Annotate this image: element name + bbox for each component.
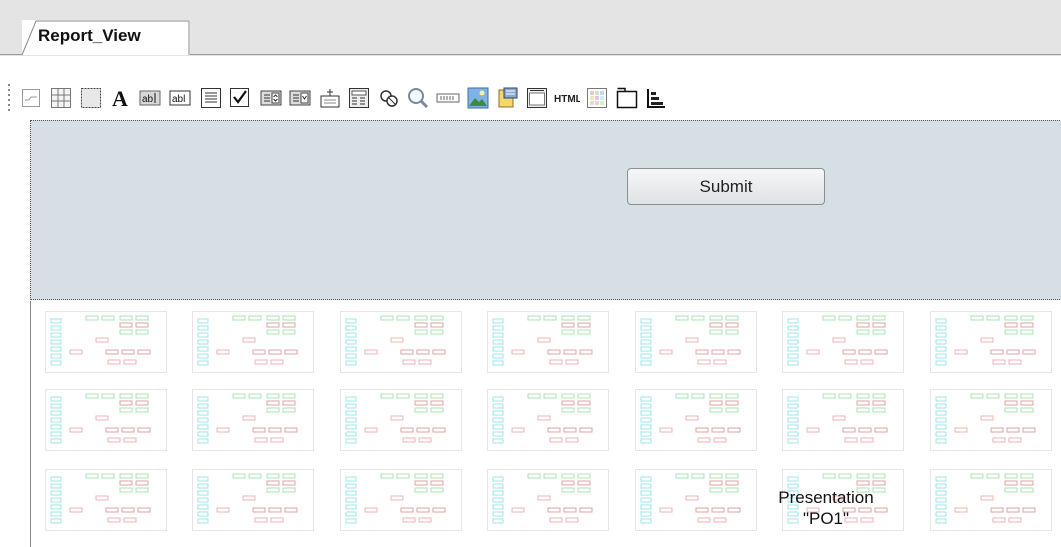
svg-text:ab: ab (142, 94, 154, 105)
presentation-thumbnail-graphic (935, 315, 1036, 366)
html-icon[interactable]: HTML (553, 83, 581, 113)
presentation-thumbnail[interactable] (487, 469, 609, 531)
submit-button[interactable]: Submit (627, 168, 825, 205)
presentation-thumbnail[interactable] (635, 311, 757, 373)
tab-strip: Report_View (0, 0, 1061, 56)
designer-toolbar: A ab abl HTML (0, 78, 1061, 120)
presentation-thumbnail[interactable] (45, 469, 167, 531)
link-icon[interactable] (375, 83, 403, 113)
presentation-thumbnail-graphic (492, 315, 593, 366)
presentation-thumbnail[interactable] (340, 389, 462, 451)
presentation-thumbnail[interactable] (192, 311, 314, 373)
presentation-thumbnail-graphic (935, 393, 1036, 444)
presentation-thumbnail[interactable] (487, 311, 609, 373)
svg-text:HTML: HTML (554, 94, 580, 105)
bar-chart-icon[interactable] (642, 83, 670, 113)
textbox-icon[interactable]: ab (136, 83, 164, 113)
presentation-thumbnail[interactable] (192, 469, 314, 531)
presentation-thumbnail-graphic (50, 473, 151, 524)
tab-report-view[interactable]: Report_View (22, 20, 190, 56)
presentation-label-line1: Presentation (778, 488, 874, 507)
panel-icon[interactable] (613, 83, 641, 113)
presentation-thumbnail[interactable] (930, 469, 1052, 531)
search-icon[interactable] (404, 83, 432, 113)
presentation-thumbnail[interactable] (635, 469, 757, 531)
sparkline-icon[interactable] (17, 83, 45, 113)
presentation-thumbnail-graphic (345, 473, 446, 524)
input-textbox-icon[interactable]: abl (166, 83, 194, 113)
presentation-thumbnail-graphic (492, 473, 593, 524)
presentation-thumbnail-graphic (492, 393, 593, 444)
report-header-band (30, 120, 1061, 300)
presentation-thumbnail-graphic (640, 473, 741, 524)
presentation-thumbnail[interactable] (635, 389, 757, 451)
presentation-thumbnail-graphic (787, 315, 888, 366)
listbox-icon[interactable] (257, 83, 285, 113)
presentation-thumbnail[interactable] (45, 311, 167, 373)
presentation-thumbnail[interactable] (45, 389, 167, 451)
presentation-thumbnail[interactable] (340, 469, 462, 531)
calculator-icon[interactable] (345, 83, 373, 113)
presentation-thumbnail[interactable] (930, 311, 1052, 373)
presentation-thumbnail[interactable] (340, 311, 462, 373)
combobox-icon[interactable] (286, 83, 314, 113)
table-icon[interactable] (47, 83, 75, 113)
presentation-thumbnail[interactable] (192, 389, 314, 451)
presentation-label-line2: "PO1" (802, 509, 850, 528)
svg-text:abl: abl (172, 94, 185, 105)
presentation-thumbnail-graphic (345, 393, 446, 444)
presentation-label[interactable]: Presentation "PO1" (757, 487, 895, 529)
presentation-thumbnail[interactable] (930, 389, 1052, 451)
presentation-thumbnail-graphic (935, 473, 1036, 524)
image-icon[interactable] (464, 83, 492, 113)
presentation-thumbnail-graphic (787, 393, 888, 444)
checkbox-icon[interactable] (226, 83, 254, 113)
tab-label: Report_View (38, 26, 141, 45)
svg-text:A: A (112, 86, 128, 110)
presentation-thumbnail-graphic (640, 315, 741, 366)
rectangle-icon[interactable] (77, 83, 105, 113)
presentation-thumbnail-graphic (640, 393, 741, 444)
presentation-thumbnail[interactable] (782, 311, 904, 373)
date-picker-icon[interactable] (316, 83, 344, 113)
presentation-thumbnail-graphic (197, 393, 298, 444)
label-text-icon[interactable]: A (107, 83, 135, 113)
presentation-thumbnail[interactable] (782, 389, 904, 451)
calendar-icon[interactable] (523, 83, 551, 113)
presentation-thumbnail-graphic (50, 315, 151, 366)
memo-icon[interactable] (197, 83, 225, 113)
presentation-thumbnail-graphic (345, 315, 446, 366)
progress-icon[interactable] (434, 83, 462, 113)
color-picker-icon[interactable] (583, 83, 611, 113)
toolbar-grip[interactable] (7, 84, 11, 114)
presentation-thumbnail-graphic (197, 473, 298, 524)
presentation-thumbnail[interactable] (487, 389, 609, 451)
presentation-thumbnail-graphic (197, 315, 298, 366)
database-icon[interactable] (494, 83, 522, 113)
presentation-thumbnail-graphic (50, 393, 151, 444)
